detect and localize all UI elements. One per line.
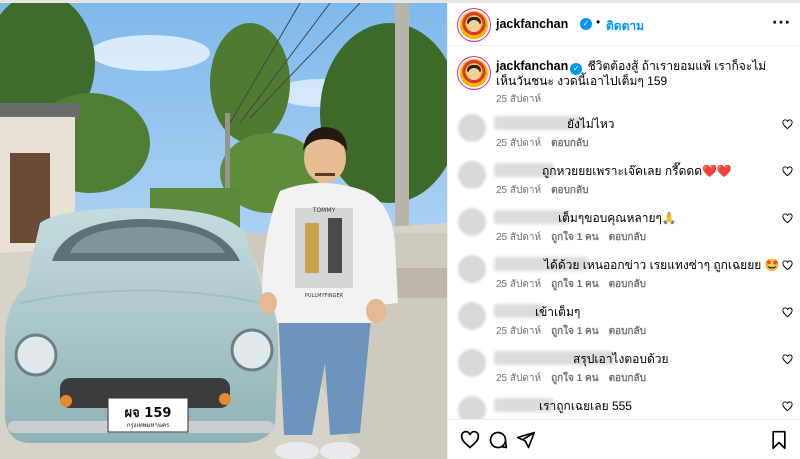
reply-button[interactable]: ตอบกลับ (609, 326, 646, 337)
more-options-icon[interactable]: ··· (772, 15, 791, 31)
post-side-panel: jackfanchan ✓ • ติดตาม ··· jackfanchan ✓ … (447, 3, 800, 459)
header-username[interactable]: jackfanchan (496, 17, 568, 31)
comment-text: เต็มๆขอบคุณหลายๆ🙏 (558, 211, 677, 225)
instagram-post-view: ผจ 159 กรุงเทพมหานคร TOMMY PULLMYFINGER … (0, 0, 800, 459)
bookmark-icon[interactable] (769, 430, 789, 450)
comment-likes[interactable]: ถูกใจ 1 คน (551, 326, 599, 337)
comment-text: เข้าเต็มๆ (535, 305, 581, 319)
action-bar (448, 419, 800, 459)
comment-likes[interactable]: ถูกใจ 1 คน (551, 279, 599, 290)
comment-time: 25 สัปดาห์ (496, 373, 542, 384)
comment-row: เต็มๆขอบคุณหลายๆ🙏 25 สัปดาห์ ถูกใจ 1 คน ตอบ… (448, 208, 800, 254)
comment-row: ถูกหวยยยเพราะเจ๊คเลย กรี๊ดดด❤️❤️ 25 สัปดา… (448, 161, 800, 207)
verified-badge-icon: ✓ (580, 18, 592, 30)
comment-time: 25 สัปดาห์ (496, 279, 542, 290)
comment-likes[interactable]: ถูกใจ 1 คน (551, 373, 599, 384)
avatar-face (468, 20, 480, 32)
commenter-avatar-blurred[interactable] (458, 302, 486, 330)
commenter-avatar-blurred[interactable] (458, 208, 486, 236)
comment-time: 25 สัปดาห์ (496, 185, 542, 196)
post-caption: jackfanchan ✓ ชีวิตต้องสู้ ถ้าเรายอมแพ้ เ… (496, 59, 786, 89)
comment-like-heart-icon[interactable] (782, 307, 793, 318)
caption-username[interactable]: jackfanchan (496, 59, 568, 73)
comment-meta: 25 สัปดาห์ ถูกใจ 1 คน ตอบกลับ (496, 371, 656, 386)
comments-list[interactable]: jackfanchan ✓ ชีวิตต้องสู้ ถ้าเรายอมแพ้ เ… (448, 47, 800, 419)
comment-row: ยังไม่ไหว 25 สัปดาห์ ตอบกลับ (448, 114, 800, 160)
comment-text: ถูกหวยยยเพราะเจ๊คเลย กรี๊ดดด❤️❤️ (542, 164, 732, 178)
commenter-avatar-blurred[interactable] (458, 161, 486, 189)
plate-province: กรุงเทพมหานคร (126, 422, 170, 429)
comment-row: สรุปเอาไงตอบด้วย 25 สัปดาห์ ถูกใจ 1 คน ตอบก… (448, 349, 800, 395)
comment-row: เข้าเต็มๆ 25 สัปดาห์ ถูกใจ 1 คน ตอบกลับ (448, 302, 800, 348)
comment-time: 25 สัปดาห์ (496, 232, 542, 243)
reply-button[interactable]: ตอบกลับ (551, 185, 588, 196)
post-header: jackfanchan ✓ • ติดตาม ··· (448, 3, 800, 46)
reply-button[interactable]: ตอบกลับ (609, 373, 646, 384)
commenter-avatar-blurred[interactable] (458, 114, 486, 142)
reply-button[interactable]: ตอบกลับ (551, 138, 588, 149)
caption-time: 25 สัปดาห์ (496, 94, 542, 105)
paper-plane-icon[interactable] (516, 430, 536, 450)
commenter-avatar-blurred[interactable] (458, 349, 486, 377)
shirt-print-top: TOMMY (312, 207, 336, 214)
comment-like-heart-icon[interactable] (782, 354, 793, 365)
shirt-print-bottom: PULLMYFINGER (304, 293, 344, 299)
header-separator: • (596, 15, 601, 29)
avatar-face (468, 68, 480, 80)
comment-meta: 25 สัปดาห์ ถูกใจ 1 คน ตอบกลับ (496, 230, 656, 245)
comment-likes[interactable]: ถูกใจ 1 คน (551, 232, 599, 243)
comment-text: ได้ด้วย เหนออกข่าว เรยแทงซ่าๆ ถูกเฉยยย 🤩 (544, 258, 780, 272)
reply-button[interactable]: ตอบกลับ (609, 279, 646, 290)
comment-like-heart-icon[interactable] (782, 260, 793, 271)
comment-meta: 25 สัปดาห์ ตอบกลับ (496, 183, 598, 198)
commenter-avatar-blurred[interactable] (458, 396, 486, 419)
profile-avatar[interactable] (460, 11, 488, 39)
caption-avatar[interactable] (460, 59, 488, 87)
comment-text: เราถูกเฉยเลย 555 (539, 399, 632, 413)
comment-text: ยังไม่ไหว (567, 117, 615, 131)
photo-illustration (0, 3, 447, 459)
heart-icon[interactable] (460, 430, 480, 450)
comment-meta: 25 สัปดาห์ ถูกใจ 1 คน ตอบกลับ (496, 277, 656, 292)
comment-like-heart-icon[interactable] (782, 166, 793, 177)
comment-time: 25 สัปดาห์ (496, 326, 542, 337)
comment-meta: 25 สัปดาห์ ตอบกลับ (496, 136, 598, 151)
comment-bubble-icon[interactable] (488, 430, 508, 450)
comment-text: สรุปเอาไงตอบด้วย (573, 352, 669, 366)
comment-like-heart-icon[interactable] (782, 213, 793, 224)
comment-like-heart-icon[interactable] (782, 119, 793, 130)
comment-row: ได้ด้วย เหนออกข่าว เรยแทงซ่าๆ ถูกเฉยยย 🤩… (448, 255, 800, 301)
comment-like-heart-icon[interactable] (782, 401, 793, 412)
commenter-avatar-blurred[interactable] (458, 255, 486, 283)
comment-meta: 25 สัปดาห์ ถูกใจ 1 คน ตอบกลับ (496, 324, 656, 339)
post-photo[interactable]: ผจ 159 กรุงเทพมหานคร TOMMY PULLMYFINGER (0, 3, 447, 459)
comment-row: เราถูกเฉยเลย 555 (448, 396, 800, 419)
follow-button[interactable]: ติดตาม (606, 17, 644, 36)
reply-button[interactable]: ตอบกลับ (609, 232, 646, 243)
comment-time: 25 สัปดาห์ (496, 138, 542, 149)
